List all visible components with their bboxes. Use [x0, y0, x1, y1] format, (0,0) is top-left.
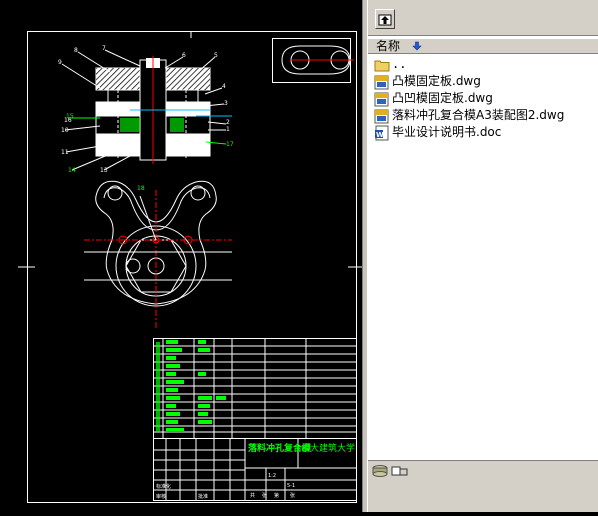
- title-block-text: 落料冲孔复合模 山大建筑大学 5-1 1:2 标准化 审核 批准 共 张 第 张: [156, 442, 355, 500]
- file-name: 毕业设计说明书.doc: [392, 125, 502, 139]
- cad-drawing: 8 7 6 5 9 4 3 2 1 15 16 10 11 17 14 13 1…: [18, 31, 362, 503]
- part-label: 11: [61, 149, 69, 156]
- title-block-label: 张: [290, 492, 295, 499]
- view-mode-icons[interactable]: [371, 464, 411, 478]
- part-label: 5: [214, 52, 218, 59]
- part-label: 10: [61, 127, 69, 134]
- part-label: 9: [58, 59, 62, 66]
- title-block-label: 第: [274, 492, 279, 499]
- sort-arrow-down-icon: [412, 41, 422, 51]
- dwg-file-icon: [374, 92, 389, 107]
- assembly-section-view: [61, 49, 232, 171]
- part-label: 18: [137, 185, 145, 192]
- file-name: ..: [392, 57, 407, 71]
- part-label: 14: [68, 167, 76, 174]
- list-item[interactable]: 落料冲孔复合模A3装配图2.dwg: [368, 107, 598, 124]
- part-label: 16: [64, 117, 72, 124]
- folder-icon: [374, 60, 390, 72]
- title-block-label: 1:2: [268, 473, 276, 479]
- svg-text:W: W: [376, 131, 384, 139]
- part-label: 13: [100, 167, 108, 174]
- cad-preview-pane: 8 7 6 5 9 4 3 2 1 15 16 10 11 17 14 13 1…: [0, 0, 362, 512]
- part-label: 17: [226, 141, 234, 148]
- file-list: .. 凸模固定板.dwg 凸凹模固定板.dwg 落料冲孔复合模A3装配图2.dw…: [368, 56, 598, 141]
- toolbar: [368, 0, 598, 36]
- column-header-name[interactable]: 名称: [368, 38, 598, 54]
- file-browser-panel: 名称 .. 凸模固定板.dwg 凸凹模固定板.dwg 落料冲孔复合模A3装配图2…: [368, 0, 598, 512]
- word-file-icon: W: [375, 125, 389, 141]
- up-folder-icon: [378, 14, 392, 26]
- part-label: 6: [182, 52, 186, 59]
- parts-list-table: [153, 338, 357, 439]
- up-one-level-button[interactable]: [375, 9, 395, 29]
- dwg-file-icon: [374, 109, 389, 124]
- column-header-label: 名称: [376, 39, 401, 53]
- list-item[interactable]: 凸模固定板.dwg: [368, 73, 598, 90]
- part-label: 3: [224, 100, 228, 107]
- part-label: 7: [102, 45, 106, 52]
- part-label: 8: [74, 47, 78, 54]
- school-name: 山大建筑大学: [301, 442, 355, 454]
- inset-view-part: [281, 45, 354, 75]
- plan-view: [84, 180, 232, 330]
- panel-footer: [368, 481, 598, 512]
- list-item[interactable]: ..: [368, 56, 598, 73]
- list-item[interactable]: W 毕业设计说明书.doc: [368, 124, 598, 141]
- title-block-label: 5-1: [287, 483, 295, 489]
- status-bar: [368, 460, 598, 481]
- file-name: 落料冲孔复合模A3装配图2.dwg: [392, 108, 565, 122]
- list-item[interactable]: 凸凹模固定板.dwg: [368, 90, 598, 107]
- title-block-label: 标准化: [156, 483, 171, 490]
- title-block-label: 张: [262, 492, 267, 499]
- part-label: 2: [226, 119, 230, 126]
- title-block-label: 审核: [156, 493, 166, 500]
- file-name: 凸凹模固定板.dwg: [392, 91, 493, 105]
- part-label: 1: [226, 126, 230, 133]
- title-block-label: 共: [250, 492, 255, 499]
- title-block-label: 批准: [198, 493, 208, 500]
- part-label: 4: [222, 83, 226, 90]
- file-name: 凸模固定板.dwg: [392, 74, 481, 88]
- dwg-file-icon: [374, 75, 389, 90]
